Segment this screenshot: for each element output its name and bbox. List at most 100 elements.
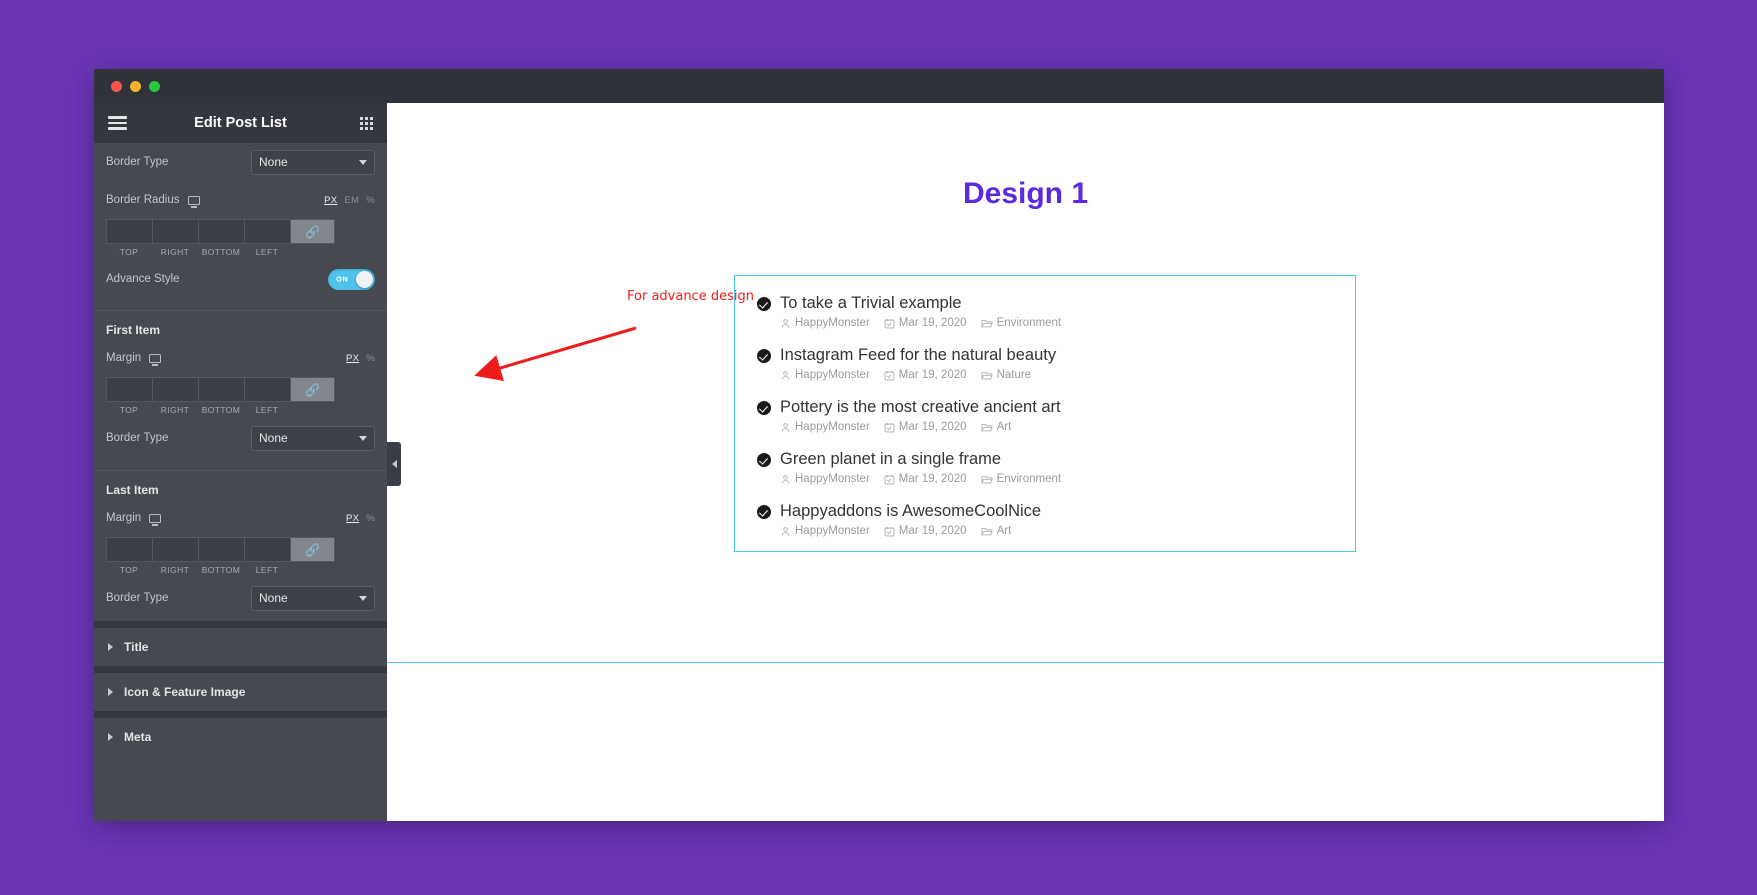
meta-author-label: HappyMonster (795, 317, 870, 329)
post-title[interactable]: Instagram Feed for the natural beauty (780, 346, 1056, 365)
advance-style-label: Advance Style (106, 273, 180, 285)
label-left: LEFT (255, 565, 279, 575)
settings-panel: Edit Post List Border Type None Border R… (94, 103, 387, 821)
last-item-border-type-select[interactable]: None (251, 585, 375, 611)
first-item-margin-right-input[interactable] (152, 377, 198, 402)
meta-date: Mar 19, 2020 (884, 525, 967, 537)
label-bottom: BOTTOM (201, 565, 241, 575)
accordion-meta-label: Meta (124, 730, 152, 744)
label-bottom: BOTTOM (201, 247, 241, 257)
link-icon[interactable]: 🔗 (290, 537, 335, 562)
label-top: TOP (119, 405, 139, 415)
label-right: RIGHT (160, 405, 190, 415)
hamburger-icon[interactable] (108, 116, 127, 130)
last-item-border-type-value: None (259, 591, 288, 605)
first-item-border-type-select[interactable]: None (251, 425, 375, 451)
panel-collapse-tab[interactable] (387, 442, 401, 486)
meta-category-label: Art (996, 421, 1012, 433)
first-item-margin-bottom-input[interactable] (198, 377, 244, 402)
chevron-down-icon (359, 160, 367, 165)
label-top: TOP (119, 565, 139, 575)
check-circle-icon (757, 504, 771, 519)
post-list-widget[interactable]: To take a Trivial example HappyMonster M… (734, 275, 1356, 552)
label-right: RIGHT (160, 247, 190, 257)
accordion-icon-feature-image[interactable]: Icon & Feature Image (94, 673, 387, 711)
check-circle-icon (757, 400, 771, 415)
panel-header: Edit Post List (94, 103, 387, 143)
unit-px[interactable]: PX (346, 513, 359, 524)
meta-date: Mar 19, 2020 (884, 317, 967, 329)
border-type-select[interactable]: None (251, 149, 375, 175)
calendar-icon (884, 422, 895, 432)
close-window-icon[interactable] (111, 81, 122, 92)
meta-author: HappyMonster (780, 369, 870, 381)
border-radius-right-input[interactable] (152, 219, 198, 244)
border-radius-left-input[interactable] (244, 219, 290, 244)
first-item-margin-left-input[interactable] (244, 377, 290, 402)
meta-category: Environment (981, 473, 1061, 485)
post-title[interactable]: Green planet in a single frame (780, 450, 1001, 469)
border-radius-input-labels: TOP RIGHT BOTTOM LEFT (94, 244, 387, 257)
grid-icon[interactable] (360, 116, 373, 130)
post-title[interactable]: Happyaddons is AwesomeCoolNice (780, 502, 1041, 521)
list-item[interactable]: Pottery is the most creative ancient art… (735, 398, 1355, 433)
last-item-margin-left-input[interactable] (244, 537, 290, 562)
last-item-margin-top-input[interactable] (106, 537, 152, 562)
border-radius-bottom-input[interactable] (198, 219, 244, 244)
chevron-down-icon (359, 436, 367, 441)
unit-percent[interactable]: % (366, 513, 375, 524)
post-meta: HappyMonster Mar 19, 2020 Art (780, 525, 1355, 537)
list-item[interactable]: Happyaddons is AwesomeCoolNice HappyMons… (735, 502, 1355, 537)
accordion-gap (94, 621, 387, 628)
folder-icon (981, 319, 993, 327)
meta-category: Art (981, 421, 1012, 433)
preview-canvas: Design 1 To take a Trivial example Happy… (387, 103, 1664, 821)
traffic-lights (111, 81, 160, 92)
meta-category-label: Art (996, 525, 1012, 537)
last-item-margin-right-input[interactable] (152, 537, 198, 562)
list-item[interactable]: Instagram Feed for the natural beauty Ha… (735, 346, 1355, 381)
unit-px[interactable]: PX (346, 353, 359, 364)
user-icon (781, 422, 790, 432)
first-item-margin-label: Margin (106, 352, 142, 364)
last-item-margin-label: Margin (106, 512, 142, 524)
accordion-meta[interactable]: Meta (94, 718, 387, 756)
last-item-margin-inputs: 🔗 (94, 537, 387, 562)
maximize-window-icon[interactable] (149, 81, 160, 92)
accordion-title[interactable]: Title (94, 628, 387, 666)
list-item[interactable]: To take a Trivial example HappyMonster M… (735, 294, 1355, 329)
meta-category-label: Nature (996, 369, 1032, 381)
link-icon[interactable]: 🔗 (290, 219, 335, 244)
unit-px[interactable]: PX (324, 195, 337, 206)
desktop-icon[interactable] (149, 353, 162, 363)
unit-em[interactable]: EM (344, 195, 359, 206)
calendar-icon (884, 370, 895, 380)
desktop-icon[interactable] (187, 195, 200, 205)
user-icon (781, 526, 790, 536)
border-radius-top-input[interactable] (106, 219, 152, 244)
post-title[interactable]: Pottery is the most creative ancient art (780, 398, 1061, 417)
meta-author: HappyMonster (780, 421, 870, 433)
unit-percent[interactable]: % (366, 195, 375, 206)
link-icon[interactable]: 🔗 (290, 377, 335, 402)
unit-percent[interactable]: % (366, 353, 375, 364)
meta-category: Environment (981, 317, 1061, 329)
advance-style-toggle[interactable]: ON (328, 268, 375, 290)
accordion-icon-feature-image-label: Icon & Feature Image (124, 685, 246, 699)
first-item-margin-top-input[interactable] (106, 377, 152, 402)
list-item[interactable]: Green planet in a single frame HappyMons… (735, 450, 1355, 485)
meta-date: Mar 19, 2020 (884, 369, 967, 381)
label-left: LEFT (255, 247, 279, 257)
post-title[interactable]: To take a Trivial example (780, 294, 962, 313)
chevron-left-icon (391, 460, 397, 468)
panel-title: Edit Post List (194, 115, 287, 131)
user-icon (781, 474, 790, 484)
desktop-icon[interactable] (149, 513, 162, 523)
accordion-title-label: Title (124, 640, 149, 654)
last-item-margin-bottom-input[interactable] (198, 537, 244, 562)
meta-author: HappyMonster (780, 525, 870, 537)
annotation-label: For advance design (627, 289, 754, 304)
minimize-window-icon[interactable] (130, 81, 141, 92)
border-type-label: Border Type (106, 156, 169, 168)
meta-author-label: HappyMonster (795, 525, 870, 537)
